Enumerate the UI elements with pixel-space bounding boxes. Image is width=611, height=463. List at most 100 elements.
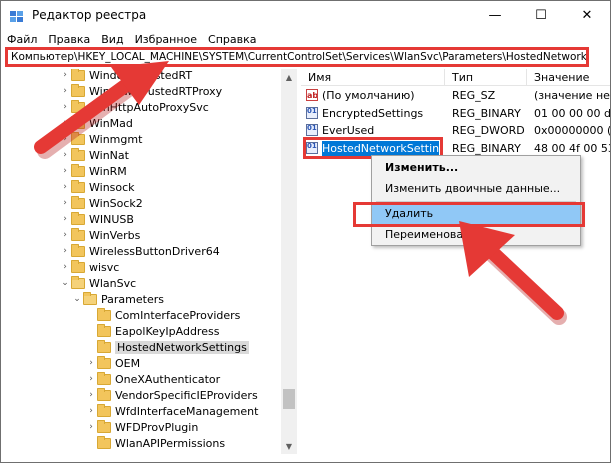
menu-item-rename[interactable]: Переименовать	[372, 224, 580, 245]
folder-icon	[71, 163, 85, 177]
folder-icon	[97, 323, 111, 337]
tree-item[interactable]: › WINUSB	[59, 211, 134, 227]
tree-item-selected[interactable]: HostedNetworkSettings	[85, 339, 249, 355]
tree-item[interactable]: › VendorSpecificIEProviders	[85, 387, 258, 403]
tree-scrollbar[interactable]: ▲ ▼	[281, 69, 297, 454]
menu-edit[interactable]: Правка	[42, 33, 95, 46]
scroll-thumb[interactable]	[283, 389, 295, 409]
folder-icon	[71, 243, 85, 257]
tree-item[interactable]: WlanAPIPermissions	[85, 435, 225, 451]
expand-icon[interactable]: ›	[59, 230, 71, 240]
expand-icon[interactable]: ›	[59, 150, 71, 160]
open-folder-icon	[71, 275, 85, 289]
folder-icon	[97, 403, 111, 417]
title-bar: Редактор реестра — ☐ ✕	[1, 1, 610, 30]
menu-item-modify-binary[interactable]: Изменить двоичные данные...	[372, 178, 580, 199]
menu-item-modify[interactable]: Изменить...	[372, 157, 580, 178]
column-data[interactable]: Значение	[534, 71, 589, 84]
tree-item[interactable]: › Winsock	[59, 179, 135, 195]
tree-item[interactable]: › WindowsTrustedRTProxy	[59, 83, 222, 99]
folder-icon	[71, 69, 85, 81]
expand-icon[interactable]: ›	[59, 70, 71, 80]
tree-item[interactable]: › WinRM	[59, 163, 127, 179]
tree-item[interactable]: ⌄ Parameters	[71, 291, 164, 307]
context-menu: Изменить... Изменить двоичные данные... …	[371, 155, 581, 246]
folder-icon	[71, 179, 85, 193]
folder-icon	[97, 307, 111, 321]
maximize-button[interactable]: ☐	[518, 1, 564, 30]
column-name[interactable]: Имя	[308, 71, 331, 84]
folder-icon	[71, 83, 85, 97]
registry-editor-window: Редактор реестра — ☐ ✕ Файл Правка Вид И…	[0, 0, 611, 463]
expand-icon[interactable]: ›	[85, 374, 97, 384]
menu-file[interactable]: Файл	[1, 33, 42, 46]
tree-item[interactable]: › WindowsTrustedRT	[59, 69, 192, 83]
folder-icon	[97, 435, 111, 449]
column-divider[interactable]	[444, 69, 445, 86]
tree-item[interactable]: › WirelessButtonDriver64	[59, 243, 220, 259]
value-row[interactable]: 011 EncryptedSettings REG_BINARY 01 00 0…	[301, 106, 610, 122]
tree-item[interactable]: › OneXAuthenticator	[85, 371, 220, 387]
folder-icon	[97, 339, 111, 353]
tree-item[interactable]: ComInterfaceProviders	[85, 307, 240, 323]
expand-icon[interactable]: ›	[85, 422, 97, 432]
menu-help[interactable]: Справка	[202, 33, 261, 46]
expand-icon[interactable]: ›	[59, 118, 71, 128]
tree-item[interactable]: › OEM	[85, 355, 140, 371]
tree-item[interactable]: › WinHttpAutoProxySvc	[59, 99, 209, 115]
expand-icon[interactable]: ›	[85, 390, 97, 400]
close-button[interactable]: ✕	[564, 1, 610, 30]
tree-item[interactable]: › WinSock2	[59, 195, 143, 211]
expand-icon[interactable]: ›	[59, 182, 71, 192]
tree-item[interactable]: › WinNat	[59, 147, 129, 163]
menu-bar: Файл Правка Вид Избранное Справка	[1, 30, 610, 48]
expand-icon[interactable]: ›	[59, 246, 71, 256]
expand-icon[interactable]: ›	[59, 198, 71, 208]
close-icon: ✕	[581, 8, 593, 23]
expand-icon[interactable]: ›	[59, 262, 71, 272]
expand-icon[interactable]: ›	[59, 134, 71, 144]
folder-icon	[71, 147, 85, 161]
expand-icon[interactable]: ›	[85, 406, 97, 416]
minimize-icon: —	[488, 8, 502, 23]
minimize-button[interactable]: —	[472, 1, 518, 30]
scroll-up-icon[interactable]: ▲	[281, 69, 297, 85]
tree-item[interactable]: › WinMad	[59, 115, 133, 131]
collapse-icon[interactable]: ⌄	[71, 294, 83, 304]
tree-item[interactable]: › WfdInterfaceManagement	[85, 403, 258, 419]
tree-item[interactable]: › Winmgmt	[59, 131, 142, 147]
expand-icon[interactable]: ›	[59, 86, 71, 96]
column-type[interactable]: Тип	[452, 71, 473, 84]
folder-icon	[71, 131, 85, 145]
tree-item[interactable]: EapolKeyIpAddress	[85, 323, 219, 339]
expand-icon[interactable]: ›	[85, 358, 97, 368]
address-path: Компьютер\HKEY_LOCAL_MACHINE\SYSTEM\Curr…	[11, 51, 589, 63]
folder-icon	[97, 419, 111, 433]
expand-icon[interactable]: ›	[59, 102, 71, 112]
folder-icon	[71, 259, 85, 273]
value-row[interactable]: ab (По умолчанию) REG_SZ (значение не пр…	[301, 88, 610, 104]
tree-item[interactable]: › WinVerbs	[59, 227, 140, 243]
scroll-down-icon[interactable]: ▼	[281, 438, 297, 454]
address-bar[interactable]: Компьютер\HKEY_LOCAL_MACHINE\SYSTEM\Curr…	[5, 47, 589, 67]
menu-favorites[interactable]: Избранное	[129, 33, 202, 46]
collapse-icon[interactable]: ⌄	[59, 278, 71, 288]
binary-value-icon: 011	[306, 124, 318, 136]
regedit-app-icon	[10, 11, 23, 22]
tree-item[interactable]: › wisvc	[59, 259, 119, 275]
menu-view[interactable]: Вид	[95, 33, 128, 46]
column-divider[interactable]	[526, 69, 527, 86]
tree-item[interactable]: ⌄ WlanSvc	[59, 275, 136, 291]
values-list[interactable]: Имя Тип Значение ab (По умолчанию) REG_S…	[301, 69, 610, 454]
open-folder-icon	[83, 291, 97, 305]
folder-icon	[71, 115, 85, 129]
key-tree[interactable]: › WindowsTrustedRT › WindowsTrustedRTProxy…	[3, 69, 297, 454]
tree-item[interactable]: › WFDProvPlugin	[85, 419, 198, 435]
folder-icon	[71, 195, 85, 209]
delete-highlight-box	[353, 202, 585, 227]
expand-icon[interactable]: ›	[59, 166, 71, 176]
binary-value-icon: 011	[306, 107, 318, 119]
folder-icon	[97, 355, 111, 369]
folder-icon	[97, 387, 111, 401]
expand-icon[interactable]: ›	[59, 214, 71, 224]
